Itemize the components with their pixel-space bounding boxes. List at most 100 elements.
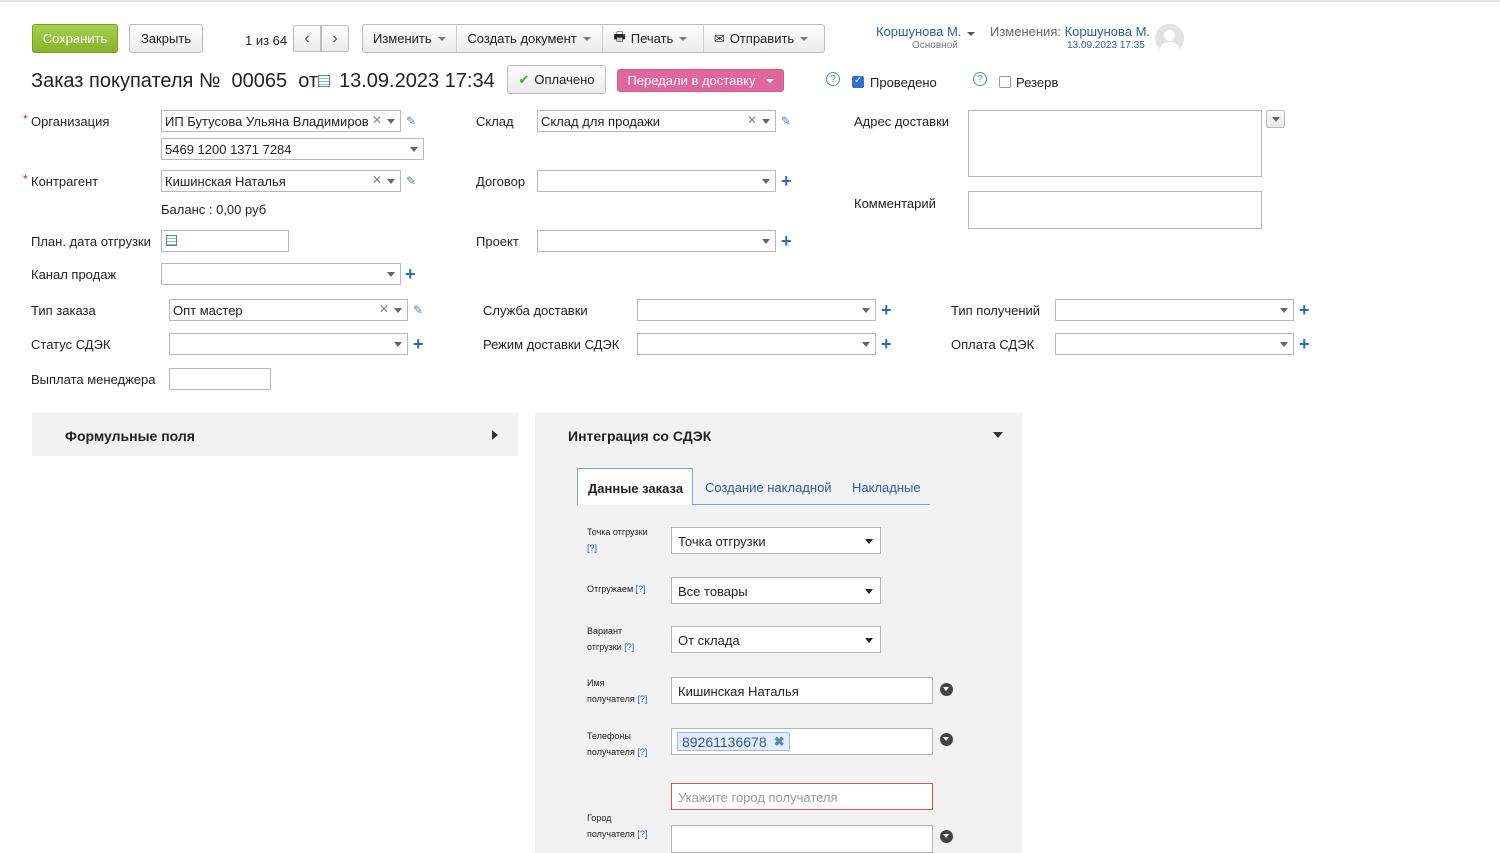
receipt-type-select[interactable] — [1055, 299, 1294, 321]
reserve-checkbox[interactable] — [999, 76, 1011, 88]
add-contract-icon[interactable]: + — [781, 172, 792, 190]
edit-menu-button[interactable]: Изменить — [363, 25, 458, 52]
pencil-icon[interactable]: ✎ — [781, 114, 791, 128]
changes-user-link[interactable]: Коршунова М. — [1065, 24, 1150, 39]
channel-select[interactable] — [161, 263, 401, 285]
add-receipt-type-icon[interactable]: + — [1299, 301, 1310, 319]
delivery-service-select[interactable] — [637, 299, 876, 321]
contract-select[interactable] — [537, 170, 776, 192]
chevron-right-icon[interactable] — [492, 430, 498, 440]
avatar[interactable] — [1155, 24, 1184, 53]
cdek-status-label: Статус СДЭК — [31, 337, 111, 352]
create-doc-label: Создать документ — [467, 31, 577, 46]
expand-icon[interactable] — [940, 830, 953, 843]
calendar-icon[interactable] — [318, 75, 330, 87]
send-button[interactable]: ✉ Отправить — [704, 25, 824, 52]
order-date[interactable]: 13.09.2023 17:34 — [339, 70, 495, 93]
close-button[interactable]: Закрыть — [129, 24, 203, 53]
dropdown-arrow-icon[interactable] — [387, 119, 395, 124]
expand-icon[interactable] — [940, 683, 953, 696]
recipient-city-input[interactable]: Укажите город получателя — [671, 783, 933, 810]
clear-icon[interactable]: ✕ — [372, 173, 382, 187]
posted-checkbox[interactable] — [852, 75, 864, 88]
dropdown-arrow-icon[interactable] — [762, 179, 770, 184]
chevron-down-icon[interactable] — [993, 432, 1003, 438]
cdek-status-select[interactable] — [169, 333, 408, 355]
warehouse-label: Склад — [476, 114, 514, 129]
project-select[interactable] — [537, 230, 776, 252]
variant-select[interactable]: От склада — [671, 626, 881, 653]
paid-button[interactable]: ✔ Оплачено — [507, 65, 606, 94]
variant-help-link[interactable]: [?] — [624, 642, 634, 652]
recipient-city-placeholder: Укажите город получателя — [678, 790, 838, 805]
recipient-name-input[interactable]: Кишинская Наталья — [671, 677, 933, 704]
recipient-phones-input[interactable]: 89261136678 ✖ — [671, 728, 933, 755]
save-button[interactable]: Сохранить — [32, 24, 118, 53]
address-dropdown-button[interactable] — [1266, 110, 1285, 128]
dropdown-arrow-icon[interactable] — [394, 308, 402, 313]
add-channel-icon[interactable]: + — [405, 265, 416, 283]
tab-waybills[interactable]: Накладные — [852, 480, 921, 495]
next-record-button[interactable]: › — [321, 25, 349, 52]
remove-tag-icon[interactable]: ✖ — [774, 734, 785, 750]
address-textarea[interactable] — [968, 110, 1262, 177]
user-menu[interactable]: Коршунова М. — [876, 24, 976, 39]
create-document-button[interactable]: Создать документ — [457, 25, 604, 52]
account-select[interactable]: 5469 1200 1371 7284 — [161, 138, 424, 160]
add-delivery-service-icon[interactable]: + — [881, 301, 892, 319]
plan-date-input[interactable] — [161, 230, 289, 252]
recipient-city-select[interactable] — [671, 825, 933, 853]
dropdown-arrow-icon[interactable] — [1280, 308, 1288, 313]
clear-icon[interactable]: ✕ — [747, 113, 757, 127]
ship-point-help-link[interactable]: [?] — [587, 543, 597, 553]
clear-icon[interactable]: ✕ — [379, 302, 389, 316]
calendar-icon[interactable] — [166, 235, 177, 246]
help-icon[interactable]: ? — [826, 72, 840, 86]
dropdown-arrow-icon[interactable] — [387, 272, 395, 277]
pencil-icon[interactable]: ✎ — [406, 174, 416, 188]
pencil-icon[interactable]: ✎ — [413, 303, 423, 317]
dropdown-arrow-icon[interactable] — [394, 342, 402, 347]
add-cdek-mode-icon[interactable]: + — [881, 335, 892, 353]
manager-pay-input[interactable] — [169, 368, 271, 390]
dropdown-arrow-icon[interactable] — [862, 308, 870, 313]
dropdown-arrow-icon[interactable] — [410, 147, 418, 152]
expand-icon[interactable] — [940, 733, 953, 746]
shipping-select[interactable]: Все товары — [671, 577, 881, 604]
tab-create-waybill[interactable]: Создание накладной — [705, 480, 832, 495]
status-dropdown[interactable]: Передали в доставку — [617, 69, 784, 92]
recipient-phones-help-link[interactable]: [?] — [637, 747, 647, 757]
add-cdek-payment-icon[interactable]: + — [1299, 335, 1310, 353]
recipient-phones-line2: получателя — [587, 747, 635, 757]
cdek-payment-select[interactable] — [1055, 333, 1294, 355]
help-icon[interactable]: ? — [973, 72, 987, 86]
add-cdek-status-icon[interactable]: + — [413, 335, 424, 353]
order-type-select[interactable]: Опт мастер ✕ — [169, 299, 408, 321]
org-value: ИП Бутусова Ульяна Владимиров — [165, 114, 369, 129]
check-circle-icon: ✔ — [518, 71, 530, 87]
dropdown-arrow-icon[interactable] — [762, 119, 770, 124]
dropdown-arrow-icon[interactable] — [1280, 342, 1288, 347]
print-button[interactable]: 🖶 Печать — [603, 25, 704, 52]
recipient-city-help-link[interactable]: [?] — [637, 829, 647, 839]
dropdown-arrow-icon[interactable] — [762, 239, 770, 244]
recipient-name-line1: Имя — [587, 678, 605, 688]
add-project-icon[interactable]: + — [781, 232, 792, 250]
warehouse-select[interactable]: Склад для продажи ✕ — [537, 110, 776, 132]
tab-order-data[interactable]: Данные заказа — [577, 468, 693, 505]
phone-tag[interactable]: 89261136678 ✖ — [677, 732, 790, 751]
dropdown-arrow-icon[interactable] — [862, 342, 870, 347]
org-select[interactable]: ИП Бутусова Ульяна Владимиров ✕ — [161, 110, 401, 132]
shipping-help-link[interactable]: [?] — [636, 584, 646, 594]
recipient-name-help-link[interactable]: [?] — [637, 694, 647, 704]
clear-icon[interactable]: ✕ — [372, 113, 382, 127]
cdek-mode-select[interactable] — [637, 333, 876, 355]
comment-textarea[interactable] — [968, 191, 1262, 229]
recipient-name-value: Кишинская Наталья — [678, 684, 799, 699]
pencil-icon[interactable]: ✎ — [406, 114, 416, 128]
formula-fields-panel[interactable]: Формульные поля — [32, 413, 518, 456]
dropdown-arrow-icon[interactable] — [387, 179, 395, 184]
prev-record-button[interactable]: ‹ — [293, 25, 321, 52]
ship-point-select[interactable]: Точка отгрузки — [671, 527, 881, 554]
counterparty-select[interactable]: Кишинская Наталья ✕ — [161, 170, 401, 192]
